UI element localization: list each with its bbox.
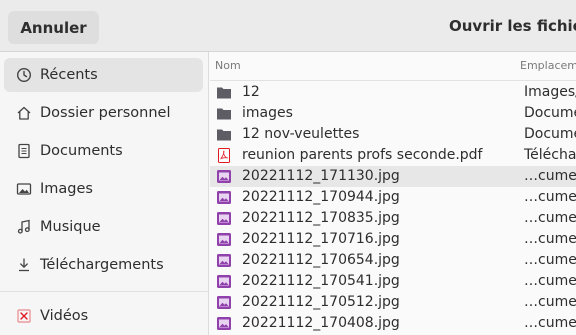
file-location: …cume: [524, 252, 576, 268]
file-row[interactable]: 20221112_170944.jpg …cume: [210, 187, 576, 208]
folder-icon: [216, 127, 232, 142]
image-file-icon: [216, 295, 232, 310]
file-name: 20221112_171130.jpg: [242, 168, 400, 184]
image-file-icon: [216, 211, 232, 226]
pdf-file-icon: [216, 148, 232, 163]
sidebar: Récents Dossier personnel Documents Imag…: [0, 52, 209, 335]
file-name: reunion parents profs seconde.pdf: [242, 147, 483, 163]
image-file-icon: [216, 253, 232, 268]
folder-icon: [216, 85, 232, 100]
music-icon: [15, 218, 33, 236]
image-file-icon: [216, 316, 232, 331]
dialog-title: Ouvrir les fichiers: [449, 17, 576, 35]
document-icon: [15, 142, 33, 160]
sidebar-divider: [0, 291, 208, 292]
file-location: …cume: [524, 189, 576, 205]
file-row[interactable]: 12 Images/: [210, 82, 576, 103]
file-row[interactable]: 20221112_170654.jpg …cume: [210, 250, 576, 271]
image-file-icon: [216, 169, 232, 184]
video-icon: [15, 307, 33, 325]
file-row[interactable]: 20221112_170408.jpg …cume: [210, 313, 576, 334]
file-name: 20221112_170944.jpg: [242, 189, 400, 205]
file-row[interactable]: 20221112_170541.jpg …cume: [210, 271, 576, 292]
file-row[interactable]: 12 nov-veulettes Docume: [210, 124, 576, 145]
file-name: 20221112_170541.jpg: [242, 273, 400, 289]
image-file-icon: [216, 274, 232, 289]
image-file-icon: [216, 190, 232, 205]
file-location: …cume: [524, 210, 576, 226]
file-row[interactable]: 20221112_170512.jpg …cume: [210, 292, 576, 313]
sidebar-item-recents[interactable]: Récents: [4, 58, 203, 92]
sidebar-item-label: Dossier personnel: [40, 105, 171, 121]
sidebar-item-images[interactable]: Images: [4, 172, 203, 206]
file-row[interactable]: 20221112_171130.jpg …cume: [210, 166, 576, 187]
file-location: Docume: [524, 105, 576, 121]
header-bar: Annuler Ouvrir les fichiers: [0, 0, 576, 52]
sidebar-item-label: Musique: [40, 219, 101, 235]
cancel-button[interactable]: Annuler: [8, 11, 99, 44]
home-icon: [15, 104, 33, 122]
file-location: …cume: [524, 231, 576, 247]
file-location: …cume: [524, 294, 576, 310]
file-location: Téléchar: [524, 147, 576, 163]
image-icon: [15, 180, 33, 198]
clock-icon: [15, 66, 33, 84]
file-list: Nom Emplacem 12Images/imagesDocume12 nov…: [210, 52, 576, 335]
sidebar-item-downloads[interactable]: Téléchargements: [4, 248, 203, 282]
sidebar-item-label: Téléchargements: [40, 257, 164, 273]
image-file-icon: [216, 232, 232, 247]
sidebar-item-label: Images: [40, 181, 93, 197]
sidebar-item-label: Vidéos: [40, 308, 89, 324]
file-name: 12 nov-veulettes: [242, 126, 360, 142]
sidebar-item-music[interactable]: Musique: [4, 210, 203, 244]
file-location: Images/: [524, 84, 576, 100]
file-name: images: [242, 105, 293, 121]
file-location: …cume: [524, 273, 576, 289]
file-location: …cume: [524, 168, 576, 184]
sidebar-item-label: Récents: [40, 67, 98, 83]
file-name: 20221112_170654.jpg: [242, 252, 400, 268]
sidebar-item-home[interactable]: Dossier personnel: [4, 96, 203, 130]
file-name: 12: [242, 84, 260, 100]
sidebar-item-documents[interactable]: Documents: [4, 134, 203, 168]
sidebar-item-label: Documents: [40, 143, 123, 159]
file-row[interactable]: reunion parents profs seconde.pdf Télécha…: [210, 145, 576, 166]
column-header-name[interactable]: Nom: [215, 59, 241, 72]
column-header-row: Nom Emplacem: [210, 52, 576, 81]
file-row[interactable]: 20221112_170835.jpg …cume: [210, 208, 576, 229]
file-location: …cume: [524, 315, 576, 331]
file-location: Docume: [524, 126, 576, 142]
file-row[interactable]: 20221112_170716.jpg …cume: [210, 229, 576, 250]
file-name: 20221112_170716.jpg: [242, 231, 400, 247]
column-header-location[interactable]: Emplacem: [520, 59, 576, 72]
folder-icon: [216, 106, 232, 121]
sidebar-item-videos[interactable]: Vidéos: [4, 299, 203, 333]
file-name: 20221112_170408.jpg: [242, 315, 400, 331]
file-row[interactable]: images Docume: [210, 103, 576, 124]
download-icon: [15, 256, 33, 274]
file-name: 20221112_170835.jpg: [242, 210, 400, 226]
file-name: 20221112_170512.jpg: [242, 294, 400, 310]
